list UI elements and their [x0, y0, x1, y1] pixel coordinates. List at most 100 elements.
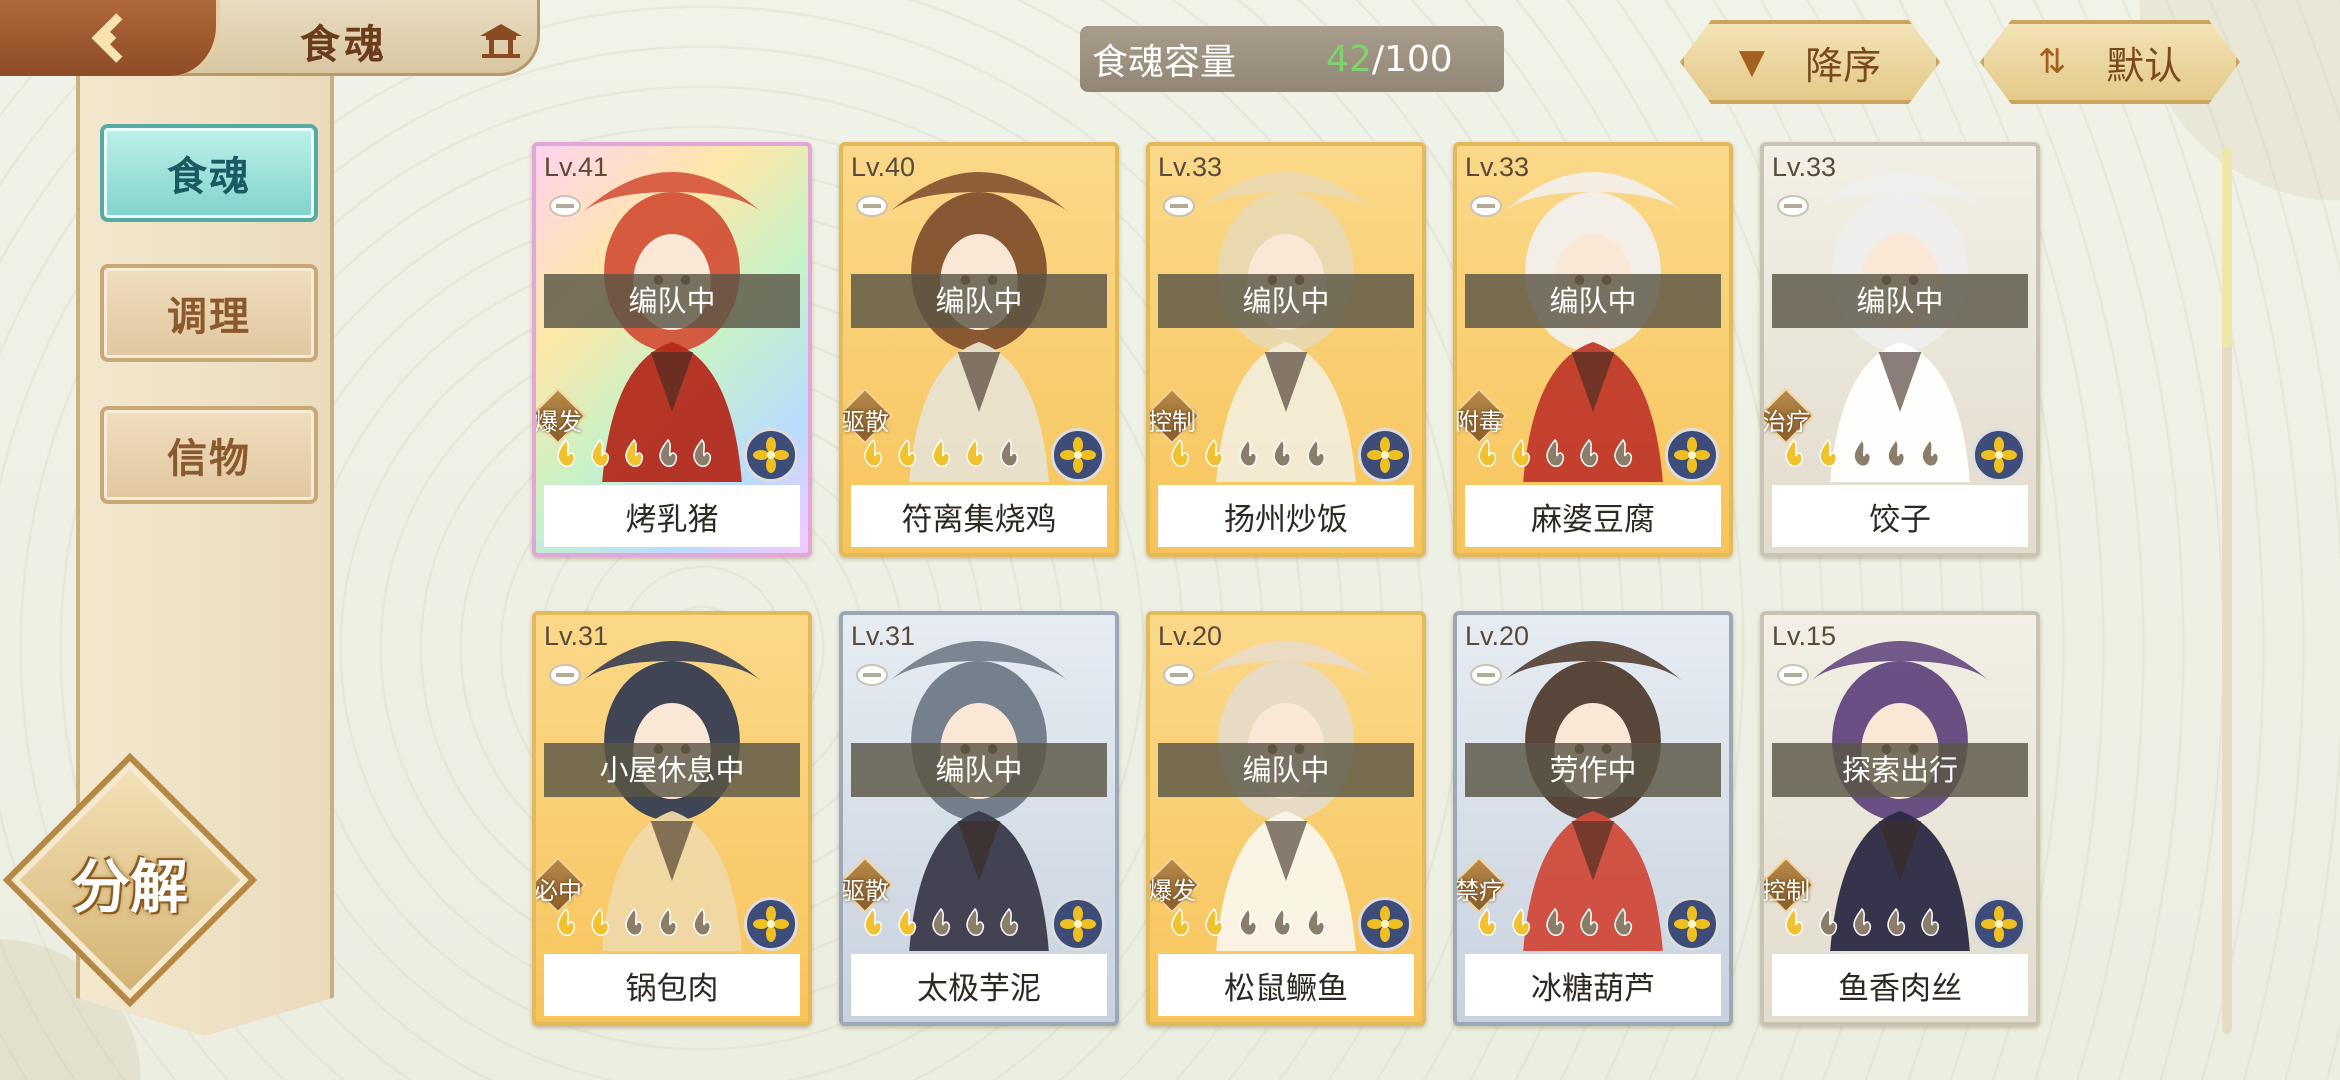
role-label: 治疗: [1762, 408, 1810, 436]
star-filled-icon: [1785, 438, 1804, 467]
star-empty-icon: [1853, 438, 1872, 467]
sort-order-label: 降序: [1805, 43, 1882, 88]
card-name: 鱼香肉丝: [1772, 954, 2028, 1016]
sidebar-item-label: 信物: [167, 436, 251, 482]
sidebar-item-conditioning[interactable]: 调理: [100, 264, 318, 362]
sort-mode-button[interactable]: ⇅ 默认: [1980, 20, 2240, 104]
card-status: 编队中: [851, 743, 1107, 797]
star-empty-icon: [1853, 907, 1872, 936]
card-status: 小屋休息中: [544, 743, 800, 797]
bowl-icon: [549, 664, 581, 686]
capacity-current: 42: [1326, 38, 1372, 80]
card-status: 编队中: [1772, 274, 2028, 328]
card-status: 编队中: [1158, 743, 1414, 797]
sidebar-item-food-souls[interactable]: 食魂: [100, 124, 318, 222]
bowl-icon: [1777, 664, 1809, 686]
food-soul-card[interactable]: Lv.31 小屋休息中 必中 锅包肉: [532, 611, 812, 1026]
star-empty-icon: [1887, 907, 1906, 936]
scrollbar[interactable]: [2222, 148, 2232, 1034]
food-soul-card[interactable]: Lv.33 编队中 附毒 麻婆豆腐: [1453, 142, 1733, 557]
star-filled-icon: [1512, 907, 1531, 936]
bowl-icon: [856, 664, 888, 686]
star-rating: [1778, 905, 1946, 941]
capacity-total: /100: [1371, 38, 1453, 80]
star-filled-icon: [864, 907, 883, 936]
capacity-label: 食魂容量: [1092, 42, 1237, 83]
bowl-icon: [1470, 664, 1502, 686]
food-soul-card[interactable]: Lv.31 编队中 驱散 太极芋泥: [839, 611, 1119, 1026]
star-empty-icon: [1239, 438, 1258, 467]
star-rating: [857, 905, 1025, 941]
flower-icon: [1358, 428, 1412, 482]
sort-arrows-icon: ⇅: [2037, 42, 2067, 82]
star-empty-icon: [1921, 438, 1940, 467]
star-empty-icon: [1273, 907, 1292, 936]
card-level: Lv.31: [851, 621, 916, 651]
decompose-label: 分解: [71, 853, 188, 921]
food-soul-card[interactable]: Lv.15 探索出行 控制 鱼香肉丝: [1760, 611, 2040, 1026]
star-filled-icon: [932, 438, 951, 467]
star-empty-icon: [1887, 438, 1906, 467]
sort-order-button[interactable]: ▼ 降序: [1680, 20, 1940, 104]
page-title: 食魂: [300, 22, 388, 68]
card-level: Lv.31: [544, 621, 609, 651]
star-empty-icon: [625, 907, 644, 936]
star-filled-icon: [1205, 438, 1224, 467]
sidebar-item-tokens[interactable]: 信物: [100, 406, 318, 504]
role-label: 爆发: [1148, 877, 1196, 905]
star-empty-icon: [1921, 907, 1940, 936]
food-soul-card[interactable]: Lv.20 劳作中 禁疗 冰糖葫芦: [1453, 611, 1733, 1026]
food-soul-card[interactable]: Lv.40 编队中 驱散 符离集烧鸡: [839, 142, 1119, 557]
food-soul-card[interactable]: Lv.41 编队中 爆发 烤乳猪: [532, 142, 812, 557]
back-button[interactable]: [0, 0, 220, 76]
star-empty-icon: [1580, 907, 1599, 936]
star-empty-icon: [693, 907, 712, 936]
food-soul-card[interactable]: Lv.20 编队中 爆发 松鼠鳜鱼: [1146, 611, 1426, 1026]
star-empty-icon: [659, 907, 678, 936]
capacity-display: 食魂容量 42 /100: [1080, 26, 1504, 92]
food-soul-card[interactable]: Lv.33 编队中 治疗 饺子: [1760, 142, 2040, 557]
card-level: Lv.20: [1465, 621, 1530, 651]
star-filled-icon: [557, 907, 576, 936]
star-filled-icon: [591, 907, 610, 936]
role-label: 控制: [1762, 877, 1810, 905]
star-empty-icon: [1307, 907, 1326, 936]
card-level: Lv.15: [1772, 621, 1837, 651]
card-status: 编队中: [1465, 274, 1721, 328]
flower-icon: [1051, 428, 1105, 482]
card-name: 太极芋泥: [851, 954, 1107, 1016]
food-soul-card[interactable]: Lv.33 编队中 控制 扬州炒饭: [1146, 142, 1426, 557]
card-name: 冰糖葫芦: [1465, 954, 1721, 1016]
role-label: 必中: [534, 877, 582, 905]
star-empty-icon: [1546, 907, 1565, 936]
header-tab: 食魂: [0, 0, 540, 76]
star-rating: [1164, 436, 1332, 472]
role-label: 附毒: [1455, 408, 1503, 436]
card-name: 扬州炒饭: [1158, 485, 1414, 547]
flower-icon: [1051, 897, 1105, 951]
star-empty-icon: [693, 438, 712, 467]
role-label: 驱散: [841, 877, 889, 905]
card-level: Lv.33: [1772, 152, 1837, 182]
star-rating: [1471, 905, 1639, 941]
card-status: 劳作中: [1465, 743, 1721, 797]
bowl-icon: [1163, 195, 1195, 217]
back-arrow-icon: [91, 13, 123, 63]
star-filled-icon: [864, 438, 883, 467]
flower-icon: [1972, 428, 2026, 482]
card-level: Lv.33: [1158, 152, 1223, 182]
star-filled-icon: [591, 438, 610, 467]
star-empty-icon: [932, 907, 951, 936]
star-filled-icon: [1819, 438, 1838, 467]
star-empty-icon: [966, 907, 985, 936]
card-name: 麻婆豆腐: [1465, 485, 1721, 547]
star-empty-icon: [659, 438, 678, 467]
star-filled-icon: [1512, 438, 1531, 467]
card-level: Lv.40: [851, 152, 916, 182]
sort-mode-label: 默认: [2106, 43, 2183, 88]
star-filled-icon: [1478, 907, 1497, 936]
star-empty-icon: [1000, 438, 1019, 467]
star-rating: [550, 905, 718, 941]
flower-icon: [744, 897, 798, 951]
scrollbar-thumb[interactable]: [2222, 148, 2232, 348]
